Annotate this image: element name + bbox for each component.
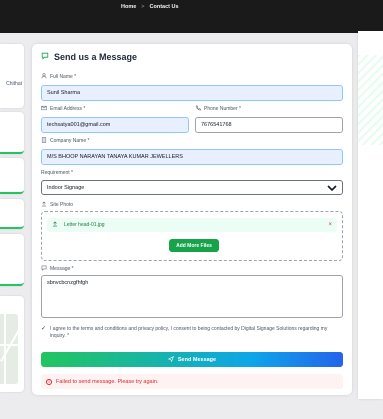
top-header-bar: Home > Contact Us [0, 0, 383, 33]
breadcrumb-home-link[interactable]: Home [121, 4, 136, 10]
remove-file-button[interactable]: × [328, 222, 332, 228]
message-textarea[interactable]: sbnvcbcnzgfhfgh [41, 275, 343, 318]
phone-input[interactable]: 7676541768 [195, 117, 343, 133]
consent-text: I agree to the terms and conditions and … [50, 326, 328, 339]
requirement-select[interactable]: Indoor Signage [41, 180, 343, 195]
requirement-label: Requirement * [41, 170, 73, 176]
form-title: Send us a Message [54, 52, 138, 62]
map-card [0, 296, 24, 392]
left-info-card [0, 199, 24, 229]
mail-icon [41, 105, 47, 113]
error-alert: ! Failed to send message. Please try aga… [41, 374, 343, 389]
alert-circle-icon: ! [46, 378, 52, 385]
company-input[interactable]: M/S BHOOP NARAYAN TANAYA KUMAR JEWELLERS [41, 149, 343, 165]
breadcrumb: Home > Contact Us [121, 4, 179, 10]
chat-icon [41, 265, 47, 273]
uploaded-file-name: Letter head-01.jpg [64, 222, 105, 228]
map-embed[interactable] [0, 314, 22, 384]
requirement-selected-value: Indoor Signage [47, 184, 85, 191]
site-photo-label: Site Photo [41, 201, 73, 209]
left-info-card [0, 234, 24, 286]
consent-checkbox[interactable]: ✓ [41, 326, 46, 340]
decorative-pattern [358, 55, 383, 145]
message-square-icon [41, 52, 49, 62]
consent-row: ✓ I agree to the terms and conditions an… [41, 326, 343, 340]
uploaded-file-item: Letter head-01.jpg × [47, 218, 337, 232]
email-input[interactable]: techsatya001@gmail.com [41, 117, 189, 133]
send-message-label: Send Message [177, 356, 217, 363]
left-info-card [0, 112, 24, 154]
contact-form-card: Send us a Message Full Name * Sunil Shar… [32, 44, 352, 395]
company-label: Company Name * [41, 137, 89, 145]
message-label: Message * [41, 265, 74, 273]
upload-icon [52, 221, 58, 229]
error-message: Failed to send message. Please try again… [56, 378, 159, 385]
send-icon [167, 355, 174, 364]
user-icon [41, 73, 47, 81]
chevron-down-icon [327, 183, 337, 193]
send-message-button[interactable]: Send Message [41, 352, 343, 367]
breadcrumb-separator: > [141, 4, 145, 10]
building-icon [41, 137, 47, 145]
phone-icon [195, 105, 201, 113]
file-dropzone[interactable]: Letter head-01.jpg × Add More Files [41, 211, 343, 261]
add-more-files-button[interactable]: Add More Files [169, 239, 219, 252]
left-card-clipped-text: Chithat [6, 81, 22, 87]
right-side-card [358, 31, 383, 399]
left-info-card [0, 158, 24, 194]
full-name-input[interactable]: Sunil Sharma [41, 85, 343, 101]
form-heading: Send us a Message [41, 52, 137, 62]
full-name-label: Full Name * [41, 73, 76, 81]
email-label: Email Address * [41, 105, 85, 113]
left-info-card: Chithat [0, 44, 24, 108]
breadcrumb-current: Contact Us [149, 4, 179, 10]
phone-label: Phone Number * [195, 105, 241, 113]
upload-icon [41, 201, 47, 209]
